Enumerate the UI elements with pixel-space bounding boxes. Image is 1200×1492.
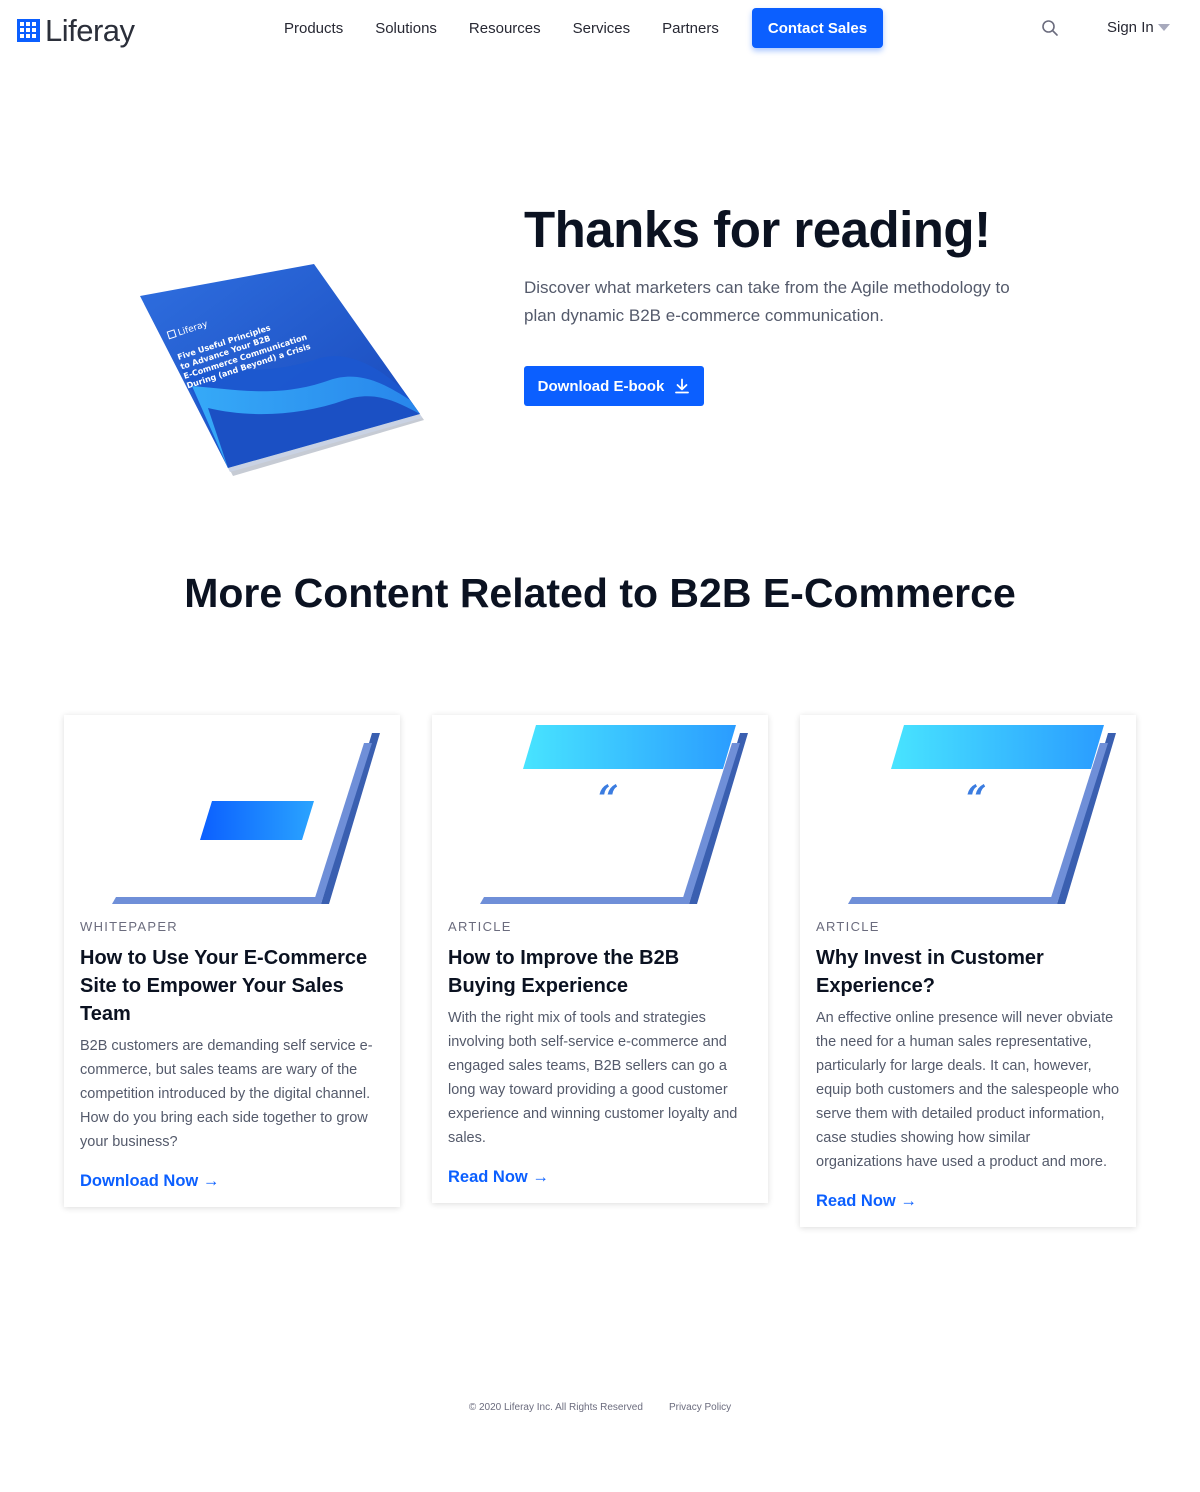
hero-title: Thanks for reading! [524,201,991,258]
article-illustration: “ [480,725,748,904]
card-description: B2B customers are demanding self service… [80,1038,373,1150]
nav-link-resources[interactable]: Resources [453,20,557,37]
ebook-cover-image: Liferay Five Useful Principles to Advanc… [140,264,424,476]
content-card-article-customer-experience[interactable]: “ ARTICLE Why Invest in Customer Experie… [800,715,1136,1227]
card-type-label: ARTICLE [816,919,880,934]
nav-link-services[interactable]: Services [557,20,647,37]
download-ebook-label: Download E-book [537,377,665,395]
main-menu: Products Solutions Resources Services Pa… [268,8,884,48]
card-title[interactable]: Why Invest in Customer Experience? [816,944,1120,1000]
content-card-whitepaper[interactable]: WHITEPAPER How to Use Your E-Commerce Si… [64,715,400,1207]
privacy-policy-link[interactable]: Privacy Policy [669,1402,731,1413]
whitepaper-illustration [112,733,380,904]
sign-in-menu[interactable]: Sign In [1107,19,1170,36]
card-type-label: WHITEPAPER [80,919,178,934]
nav-link-products[interactable]: Products [268,20,359,37]
logo-text: Liferay [45,12,135,48]
sign-in-label: Sign In [1107,19,1154,36]
copyright-text: © 2020 Liferay Inc. All Rights Reserved [468,1402,643,1413]
download-ebook-button[interactable]: Download E-book [524,366,704,406]
quote-icon: “ [598,778,619,820]
footer: © 2020 Liferay Inc. All Rights Reserved … [0,1402,1200,1413]
nav-link-partners[interactable]: Partners [646,20,735,37]
read-now-link[interactable]: Read Now → [816,1192,917,1211]
search-icon[interactable] [1041,19,1059,37]
download-icon [675,378,690,394]
hero-description: Discover what marketers can take from th… [524,278,1010,325]
quote-icon: “ [966,778,987,820]
card-type-label: ARTICLE [448,919,512,934]
liferay-logo-icon [17,18,40,42]
card-title[interactable]: How to Improve the B2B Buying Experience [448,944,752,1000]
card-title[interactable]: How to Use Your E-Commerce Site to Empow… [80,944,384,1028]
card-description: With the right mix of tools and strategi… [448,1010,738,1146]
chevron-down-icon [1157,24,1170,31]
content-card-article-buying-experience[interactable]: “ ARTICLE How to Improve the B2B Buying … [432,715,768,1203]
download-now-link[interactable]: Download Now → [80,1172,219,1191]
contact-sales-button[interactable]: Contact Sales [751,8,884,48]
card-description: An effective online presence will never … [816,1010,1120,1170]
article-illustration: “ [848,725,1116,904]
nav-link-solutions[interactable]: Solutions [359,20,453,37]
read-now-link[interactable]: Read Now → [448,1168,549,1187]
related-content-title: More Content Related to B2B E-Commerce [184,570,1016,616]
liferay-logo[interactable]: Liferay [17,13,135,47]
top-navigation: Liferay Products Solutions Resources Ser… [0,0,1200,58]
